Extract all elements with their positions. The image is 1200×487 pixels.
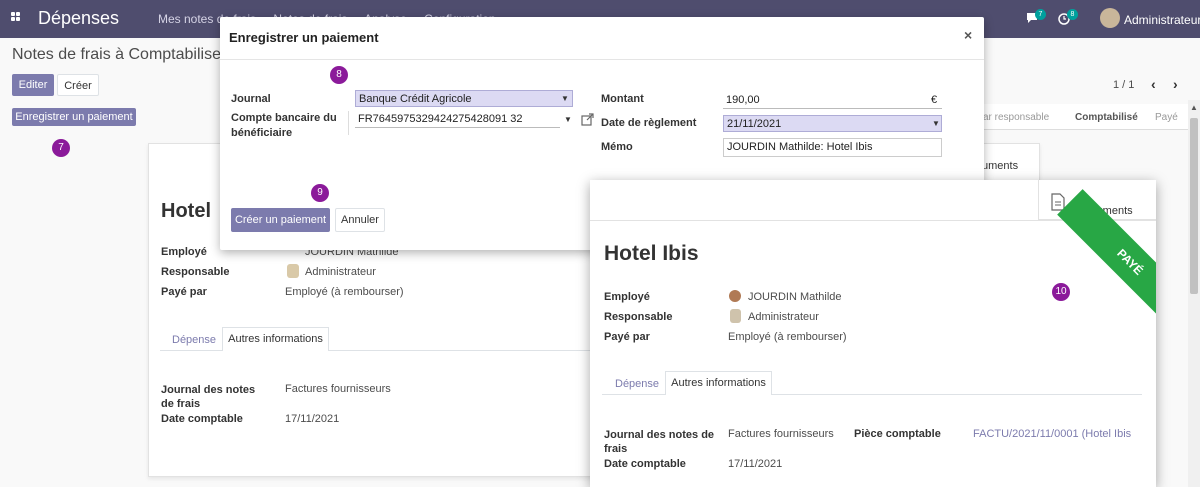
- scroll-up-icon[interactable]: ▲: [1190, 103, 1198, 112]
- card-tab-other-info[interactable]: Autres informations: [665, 371, 772, 395]
- user-avatar[interactable]: [1100, 8, 1120, 28]
- currency-symbol: €: [931, 94, 938, 106]
- breadcrumb[interactable]: Notes de frais à Comptabiliser / H: [12, 46, 251, 64]
- card-tab-expense[interactable]: Dépense: [615, 378, 659, 390]
- chat-icon[interactable]: 7: [1026, 9, 1046, 27]
- payment-date-input[interactable]: 21/11/2021: [723, 115, 942, 132]
- journal-field-label: Journal: [231, 93, 271, 105]
- card-employee-label: Employé: [604, 291, 650, 303]
- card-journal-label: Journal des notes de frais: [604, 429, 715, 455]
- card-journal-value[interactable]: Factures fournisseurs: [728, 428, 834, 440]
- card-paid-by-label: Payé par: [604, 331, 650, 343]
- paid-by-label: Payé par: [161, 286, 207, 298]
- memo-input[interactable]: JOURDIN Mathilde: Hotel Ibis: [723, 138, 942, 157]
- scrollbar-thumb[interactable]: [1190, 118, 1198, 294]
- edit-button[interactable]: Editer: [12, 74, 54, 96]
- bank-account-input[interactable]: FR7645975329424275428091 32: [355, 111, 560, 128]
- card-manager-label: Responsable: [604, 311, 673, 323]
- date-dropdown-icon[interactable]: ▼: [932, 119, 940, 128]
- app-name[interactable]: Dépenses: [38, 8, 119, 29]
- manager-avatar: [287, 264, 299, 278]
- journal-dropdown-icon[interactable]: ▼: [561, 94, 569, 103]
- employee-avatar: [729, 290, 741, 302]
- journal-entry-label: Pièce comptable: [854, 428, 941, 440]
- manager-label: Responsable: [161, 266, 230, 278]
- status-to-approve[interactable]: ar responsable: [983, 112, 1049, 123]
- external-link-icon[interactable]: [581, 112, 595, 129]
- bank-dropdown-icon[interactable]: ▼: [564, 115, 572, 124]
- status-paid[interactable]: Payé: [1155, 112, 1178, 123]
- memo-label: Mémo: [601, 141, 633, 153]
- card-accounting-date-label: Date comptable: [604, 458, 686, 470]
- payment-date-label: Date de règlement: [601, 117, 697, 129]
- pager-previous-icon[interactable]: ‹: [1151, 76, 1156, 92]
- bank-account-label: Compte bancaire du bénéficiaire: [231, 112, 337, 139]
- card-paid-by-value[interactable]: Employé (à rembourser): [728, 331, 847, 343]
- card-title: Hotel Ibis: [604, 242, 699, 265]
- journal-select[interactable]: Banque Crédit Agricole: [355, 90, 573, 107]
- close-icon[interactable]: ×: [964, 27, 972, 43]
- status-posted[interactable]: Comptabilisé: [1075, 112, 1138, 123]
- bank-label-divider: [348, 111, 349, 135]
- apps-menu-icon[interactable]: [11, 12, 25, 26]
- dialog-header-divider: [220, 59, 984, 60]
- user-name[interactable]: Administrateur: [1124, 13, 1200, 27]
- employee-label: Employé: [161, 246, 207, 258]
- statusbar: ar responsable Comptabilisé Payé: [975, 104, 1188, 130]
- expense-title: Hotel: [161, 200, 211, 222]
- create-button[interactable]: Créer: [57, 74, 99, 96]
- card-manager-avatar: [730, 309, 741, 323]
- accounting-date-label: Date comptable: [161, 413, 243, 425]
- step-marker-8: 8: [330, 66, 348, 84]
- pager-value[interactable]: 1 / 1: [1113, 79, 1134, 91]
- documents-button-fragment[interactable]: uments: [982, 160, 1018, 172]
- journal-value[interactable]: Factures fournisseurs: [285, 383, 391, 395]
- dialog-title: Enregistrer un paiement: [229, 30, 379, 45]
- activity-icon[interactable]: 8: [1058, 9, 1078, 29]
- step-marker-7: 7: [52, 139, 70, 157]
- step-marker-9: 9: [311, 184, 329, 202]
- pager-next-icon[interactable]: ›: [1173, 76, 1178, 92]
- chat-count-badge: 7: [1035, 9, 1046, 20]
- paid-expense-card: 1 Documents PAYÉ 10 Hotel Ibis Employé J…: [590, 180, 1156, 487]
- cancel-button[interactable]: Annuler: [335, 208, 385, 232]
- journal-label: Journal des notes de frais: [161, 384, 256, 410]
- register-payment-button[interactable]: Enregistrer un paiement: [12, 108, 136, 126]
- step-marker-10: 10: [1052, 283, 1070, 301]
- card-manager-value[interactable]: Administrateur: [748, 311, 819, 323]
- activity-count-badge: 8: [1067, 9, 1078, 20]
- amount-label: Montant: [601, 93, 644, 105]
- page-scrollbar[interactable]: ▲: [1188, 100, 1200, 487]
- card-employee-value[interactable]: JOURDIN Mathilde: [748, 291, 842, 303]
- create-payment-button[interactable]: Créer un paiement: [231, 208, 330, 232]
- journal-entry-link[interactable]: FACTU/2021/11/0001 (Hotel Ibis: [973, 428, 1131, 440]
- amount-input[interactable]: 190,00: [723, 92, 942, 109]
- accounting-date-value[interactable]: 17/11/2021: [285, 413, 339, 425]
- tab-expense[interactable]: Dépense: [172, 334, 216, 346]
- tab-other-info[interactable]: Autres informations: [222, 327, 329, 351]
- paid-by-value[interactable]: Employé (à rembourser): [285, 286, 404, 298]
- manager-value[interactable]: Administrateur: [305, 266, 376, 278]
- card-accounting-date-value[interactable]: 17/11/2021: [728, 458, 782, 470]
